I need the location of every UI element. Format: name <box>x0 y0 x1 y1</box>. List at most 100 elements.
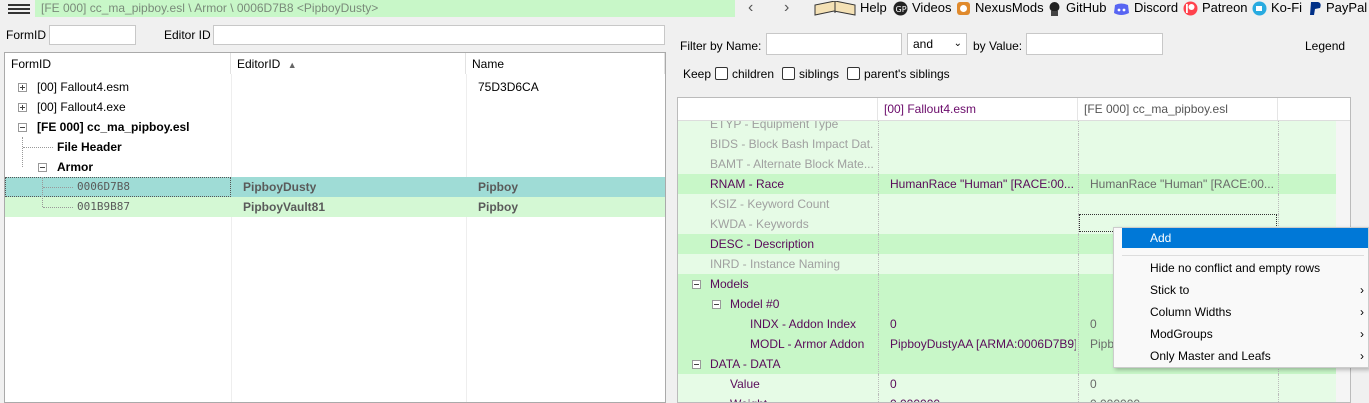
grid-cell-master[interactable] <box>890 194 1076 214</box>
legend-button[interactable]: Legend <box>1305 39 1345 53</box>
tree-row[interactable]: 001B9B87 PipboyVault81 Pipboy <box>5 197 665 217</box>
tree-row[interactable]: File Header <box>5 137 665 157</box>
menu-item-stick-to[interactable]: Stick to › <box>1114 280 1368 300</box>
grid-row-label: DESC - Description <box>710 237 815 251</box>
menu-item-column-widths[interactable]: Column Widths › <box>1114 302 1368 322</box>
keep-children-checkbox[interactable]: children <box>715 67 774 81</box>
grid-row-label: BIDS - Block Bash Impact Dat... <box>710 137 874 151</box>
tree-row-selected[interactable]: 0006D7B8 PipboyDusty Pipboy <box>5 177 665 197</box>
gp-icon: GP <box>893 1 908 16</box>
menu-item-modgroups[interactable]: ModGroups › <box>1114 324 1368 344</box>
github-link[interactable]: GitHub <box>1047 0 1106 18</box>
chevron-right-icon: › <box>1360 283 1364 297</box>
menu-item-hide-no-conflict[interactable]: Hide no conflict and empty rows <box>1114 258 1368 278</box>
sort-ascending-icon: ▲ <box>287 60 297 70</box>
grid-row-label: Value <box>730 377 760 391</box>
help-link[interactable]: Help <box>814 0 887 18</box>
grid-cell-master[interactable]: 0.000000 <box>890 394 1076 402</box>
kofi-link[interactable]: Ko-Fi <box>1252 0 1302 18</box>
patreon-link[interactable]: Patreon <box>1183 0 1248 18</box>
kofi-icon <box>1252 1 1267 16</box>
grid-cell-master[interactable] <box>890 214 1076 234</box>
record-path: [FE 000] cc_ma_pipboy.esl \ Armor \ 0006… <box>35 0 735 17</box>
grid-row-label: KWDA - Keywords <box>710 217 809 231</box>
menu-icon[interactable] <box>8 2 30 16</box>
grid-cell-master[interactable] <box>890 294 1076 314</box>
editorid-filter-label: Editor ID <box>164 28 211 42</box>
grid-row-label: RNAM - Race <box>710 177 785 191</box>
grid-cell-master[interactable] <box>890 254 1076 274</box>
back-arrow-icon[interactable]: ‹ <box>748 0 753 16</box>
nexusmods-link[interactable]: NexusMods <box>956 0 1044 18</box>
grid-row-label: KSIZ - Keyword Count <box>710 197 830 211</box>
grid-row[interactable]: BIDS - Block Bash Impact Dat... <box>678 134 1350 155</box>
tree-row[interactable]: [00] Fallout4.exe <box>5 97 665 117</box>
navigation-pane: FormID Editor ID FormID EditorID ▲ Name … <box>0 18 668 403</box>
grid-cell-plugin[interactable]: 0.000000 <box>1090 394 1276 402</box>
videos-link[interactable]: GP Videos <box>893 0 952 18</box>
grid-row[interactable]: RNAM - Race HumanRace "Human" [RACE:00...… <box>678 174 1350 195</box>
grid-cell-master[interactable]: 0 <box>890 374 1076 394</box>
filter-value-input[interactable] <box>1026 33 1163 55</box>
grid-cell-plugin[interactable] <box>1090 134 1276 154</box>
tree-row[interactable]: [FE 000] cc_ma_pipboy.esl <box>5 117 665 137</box>
grid-row-label: Model #0 <box>730 297 780 311</box>
tree-row[interactable]: Armor <box>5 157 665 177</box>
grid-cell-master[interactable]: HumanRace "Human" [RACE:00... <box>890 174 1076 194</box>
top-bar: [FE 000] cc_ma_pipboy.esl \ Armor \ 0006… <box>0 0 1369 18</box>
grid-row[interactable]: Value 0 0 <box>678 374 1350 395</box>
grid-cell-plugin[interactable]: HumanRace "Human" [RACE:00... <box>1090 174 1276 194</box>
grid-row-label: Weight <box>730 394 874 402</box>
grid-row-label: DATA - DATA <box>710 357 781 371</box>
paypal-icon <box>1310 2 1321 16</box>
grid-cell-master[interactable] <box>890 354 1076 374</box>
tree-row[interactable]: [00] Fallout4.esm 75D3D6CA <box>5 77 665 97</box>
grid-row[interactable]: BAMT - Alternate Block Mate... <box>678 154 1350 175</box>
paypal-link[interactable]: PayPal <box>1309 0 1367 18</box>
nexusmods-icon <box>957 2 970 16</box>
keep-parent-siblings-checkbox[interactable]: parent's siblings <box>847 67 950 81</box>
grid-row[interactable]: KSIZ - Keyword Count <box>678 194 1350 215</box>
discord-link[interactable]: Discord <box>1113 0 1178 18</box>
filter-value-label: by Value: <box>973 39 1023 53</box>
grid-cell-plugin[interactable] <box>1090 154 1276 174</box>
grid-cell-plugin[interactable] <box>1090 194 1276 214</box>
grid-cell-master[interactable]: 0 <box>890 314 1076 334</box>
grid-cell-master[interactable] <box>890 154 1076 174</box>
grid-row-label: BAMT - Alternate Block Mate... <box>710 157 874 171</box>
grid-cell-master[interactable] <box>890 274 1076 294</box>
collapse-icon[interactable] <box>692 280 701 289</box>
collapse-icon[interactable] <box>692 360 701 369</box>
grid-header-master[interactable]: [00] Fallout4.esm <box>878 98 1078 120</box>
expand-icon[interactable] <box>18 83 27 92</box>
discord-icon <box>1114 3 1129 15</box>
filter-operator-select[interactable]: and ⌄ <box>907 33 967 55</box>
formid-filter-label: FormID <box>6 28 46 42</box>
forward-arrow-icon[interactable]: › <box>784 0 789 16</box>
grid-cell-master[interactable]: PipboyDustyAA [ARMA:0006D7B9] <box>890 334 1076 354</box>
grid-row-label: Models <box>710 277 749 291</box>
grid-cell-master[interactable] <box>890 234 1076 254</box>
record-tree[interactable]: FormID EditorID ▲ Name [00] Fallout4.esm… <box>4 52 666 403</box>
grid-row[interactable]: Weight 0.000000 0.000000 <box>678 394 1350 402</box>
collapse-icon[interactable] <box>712 300 721 309</box>
column-header-name[interactable]: Name <box>466 53 665 74</box>
grid-header-plugin[interactable]: [FE 000] cc_ma_pipboy.esl <box>1078 98 1278 120</box>
collapse-icon[interactable] <box>18 123 27 132</box>
context-menu: Add Hide no conflict and empty rows Stic… <box>1113 227 1369 368</box>
github-icon <box>1049 2 1060 17</box>
filter-name-label: Filter by Name: <box>680 39 762 53</box>
menu-item-add[interactable]: Add <box>1122 228 1368 248</box>
editorid-filter-input[interactable] <box>213 25 665 45</box>
column-header-formid[interactable]: FormID <box>5 53 231 74</box>
column-header-editorid[interactable]: EditorID ▲ <box>231 53 466 74</box>
formid-filter-input[interactable] <box>49 25 136 45</box>
chevron-right-icon: › <box>1360 327 1364 341</box>
grid-cell-master[interactable] <box>890 134 1076 154</box>
filter-name-input[interactable] <box>766 33 902 55</box>
expand-icon[interactable] <box>18 103 27 112</box>
menu-item-only-master-leafs[interactable]: Only Master and Leafs › <box>1114 346 1368 366</box>
collapse-icon[interactable] <box>38 163 47 172</box>
keep-siblings-checkbox[interactable]: siblings <box>782 67 839 81</box>
grid-cell-plugin[interactable]: 0 <box>1090 374 1276 394</box>
